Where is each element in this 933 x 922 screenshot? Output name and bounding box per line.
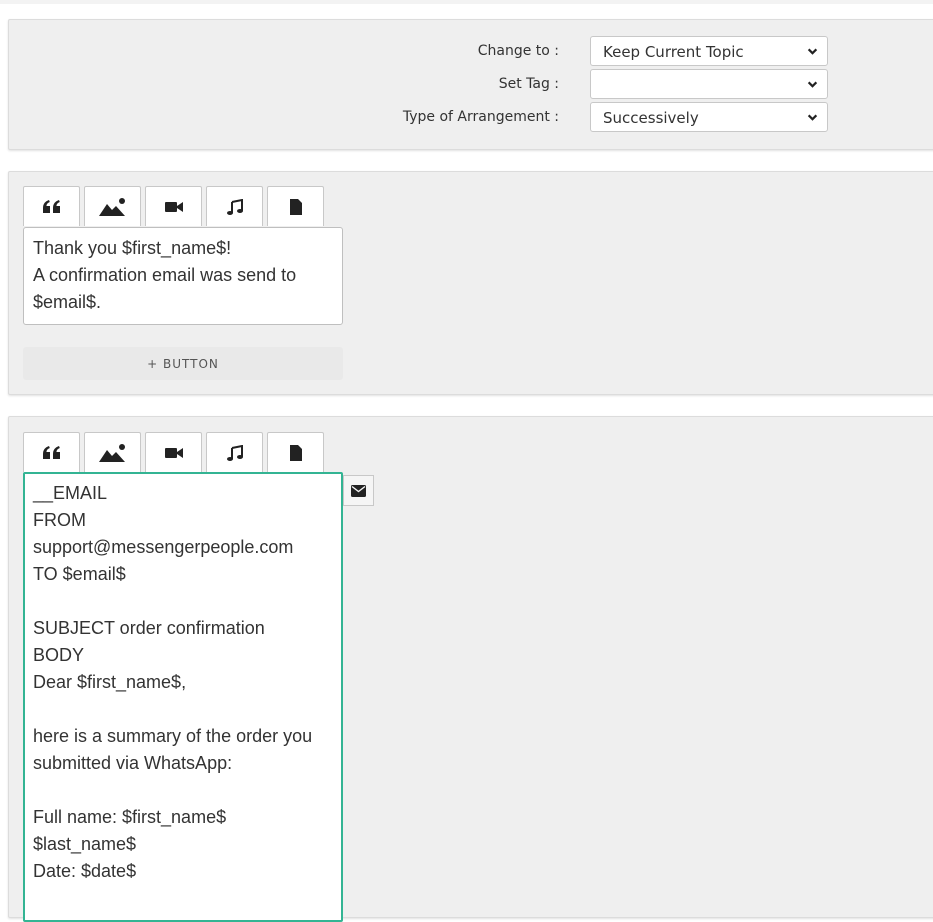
image-icon <box>98 443 125 462</box>
tab-text[interactable] <box>23 186 80 226</box>
music-icon <box>226 198 243 215</box>
arrangement-label: Type of Arrangement : <box>402 109 559 125</box>
chevron-down-icon <box>807 48 818 55</box>
message-panel-1: Thank you $first_name$! A confirmation e… <box>8 171 933 395</box>
change-to-value: Keep Current Topic <box>603 43 744 61</box>
top-strip <box>0 0 933 4</box>
quote-icon <box>42 445 60 459</box>
arrangement-value: Successively <box>603 109 699 127</box>
tab-text[interactable] <box>23 432 80 472</box>
message-text-input-1[interactable]: Thank you $first_name$! A confirmation e… <box>23 227 343 325</box>
set-tag-select[interactable] <box>590 69 828 99</box>
arrangement-select[interactable]: Successively <box>590 102 828 132</box>
email-action-button[interactable] <box>343 475 374 506</box>
tab-audio[interactable] <box>206 186 263 226</box>
settings-panel: Change to : Keep Current Topic Set Tag :… <box>8 19 933 150</box>
video-icon <box>164 447 183 458</box>
tab-video[interactable] <box>145 432 202 472</box>
chevron-down-icon <box>807 81 818 88</box>
tab-file[interactable] <box>267 186 324 226</box>
quote-icon <box>42 199 60 213</box>
add-button[interactable]: + BUTTON <box>23 347 343 380</box>
message-panel-2: __EMAIL FROM support@messengerpeople.com… <box>8 416 933 922</box>
chevron-down-icon <box>807 114 818 121</box>
tab-file[interactable] <box>267 432 324 472</box>
file-icon <box>289 444 302 461</box>
video-icon <box>164 201 183 212</box>
file-icon <box>289 198 302 215</box>
set-tag-label: Set Tag : <box>498 76 559 92</box>
music-icon <box>226 444 243 461</box>
tab-image[interactable] <box>84 432 141 472</box>
change-to-label: Change to : <box>477 43 559 59</box>
tab-image[interactable] <box>84 186 141 226</box>
change-to-select[interactable]: Keep Current Topic <box>590 36 828 66</box>
message-text-input-2[interactable]: __EMAIL FROM support@messengerpeople.com… <box>23 472 343 922</box>
envelope-icon <box>351 484 366 497</box>
image-icon <box>98 197 125 216</box>
tab-video[interactable] <box>145 186 202 226</box>
tab-audio[interactable] <box>206 432 263 472</box>
